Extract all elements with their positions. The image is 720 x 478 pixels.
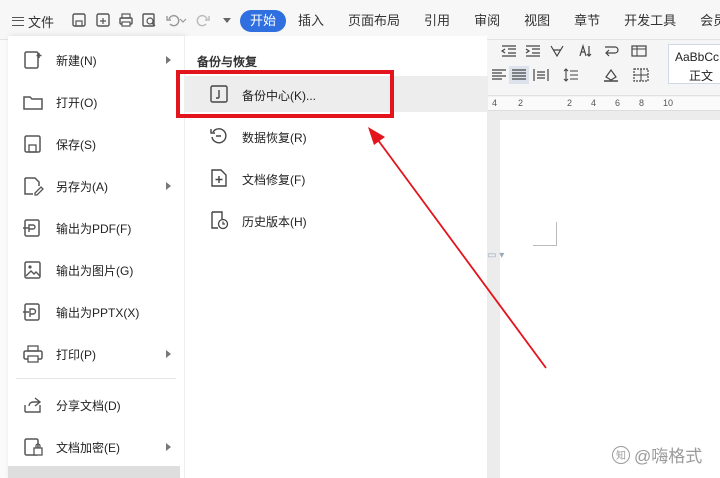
table-tool-icon[interactable] bbox=[631, 44, 647, 58]
menu-separator bbox=[16, 378, 176, 379]
menu-item-save-as[interactable]: 另存为(A) bbox=[8, 168, 184, 204]
pptx-export-icon bbox=[22, 302, 44, 322]
align-left-icon[interactable] bbox=[491, 68, 507, 82]
print-preview-icon[interactable] bbox=[140, 11, 158, 29]
submenu-arrow-icon bbox=[166, 443, 171, 451]
menu-item-label: 分享文档(D) bbox=[56, 398, 121, 413]
menu-item-share[interactable]: 分享文档(D) bbox=[8, 387, 184, 423]
ruler-tick: 2 bbox=[518, 98, 524, 108]
menu-item-save[interactable]: 保存(S) bbox=[8, 126, 184, 162]
save-icon[interactable] bbox=[70, 11, 88, 29]
tab-view[interactable]: 视图 bbox=[512, 10, 562, 32]
style-preview-text: AaBbCcD bbox=[675, 50, 720, 64]
borders-icon[interactable] bbox=[633, 68, 649, 82]
document-page[interactable] bbox=[500, 120, 720, 478]
highlight-box-annotation bbox=[176, 70, 394, 118]
menu-item-label: 输出为PPTX(X) bbox=[56, 305, 140, 320]
submenu-title: 备份与恢复 bbox=[197, 55, 258, 69]
undo-dropdown-icon[interactable] bbox=[178, 11, 188, 29]
submenu-item-doc-repair[interactable]: 文档修复(F) bbox=[185, 160, 488, 196]
file-menu-label: 文件 bbox=[28, 14, 55, 30]
tab-insert[interactable]: 插入 bbox=[286, 10, 336, 32]
history-version-icon bbox=[209, 210, 229, 230]
menu-item-encrypt[interactable]: 文档加密(E) bbox=[8, 429, 184, 465]
tab-page-layout[interactable]: 页面布局 bbox=[336, 10, 412, 32]
window-left-edge bbox=[0, 40, 8, 478]
line-break-icon[interactable] bbox=[603, 44, 619, 58]
pdf-icon bbox=[22, 218, 44, 238]
submenu-arrow-icon bbox=[166, 350, 171, 358]
watermark-logo-icon: 知 bbox=[612, 445, 630, 464]
horizontal-ruler: 4 2 2 4 6 8 10 bbox=[487, 97, 720, 111]
save-icon bbox=[22, 134, 44, 154]
submenu-item-label: 数据恢复(R) bbox=[242, 131, 307, 145]
folder-icon bbox=[22, 92, 44, 112]
ruler-tick: 8 bbox=[639, 98, 645, 108]
doc-repair-icon bbox=[209, 168, 229, 188]
print-icon[interactable] bbox=[117, 11, 135, 29]
menu-item-export-pdf[interactable]: 输出为PDF(F) bbox=[8, 210, 184, 246]
encrypt-icon bbox=[22, 437, 44, 457]
top-menu-bar: 文件 开始 插入 页面布局 引用 审阅 视图 章节 开发工具 会员专享 bbox=[0, 0, 720, 40]
submenu-item-label: 历史版本(H) bbox=[242, 215, 307, 229]
file-menu-button[interactable]: 文件 bbox=[8, 10, 58, 32]
ruler-tick: 4 bbox=[492, 98, 498, 108]
style-normal-preset[interactable]: AaBbCcD 正文 bbox=[668, 44, 720, 84]
menu-item-label: 打印(P) bbox=[56, 347, 96, 362]
margin-corner-mark bbox=[533, 222, 557, 246]
tab-start[interactable]: 开始 bbox=[240, 10, 287, 32]
menu-item-export-pptx[interactable]: 输出为PPTX(X) bbox=[8, 294, 184, 330]
submenu-arrow-icon bbox=[166, 182, 171, 190]
menu-item-open[interactable]: 打开(O) bbox=[8, 84, 184, 120]
submenu-item-data-recovery[interactable]: 数据恢复(R) bbox=[185, 118, 488, 154]
ruler-tick: 4 bbox=[591, 98, 597, 108]
tab-member[interactable]: 会员专享 bbox=[688, 10, 720, 32]
sort-icon[interactable] bbox=[577, 43, 593, 58]
menu-item-label: 另存为(A) bbox=[56, 179, 108, 194]
line-spacing-icon[interactable] bbox=[563, 68, 579, 82]
menu-item-label: 输出为图片(G) bbox=[56, 263, 134, 278]
menu-item-label: 保存(S) bbox=[56, 137, 96, 152]
tab-developer[interactable]: 开发工具 bbox=[612, 10, 688, 32]
redo-icon[interactable] bbox=[194, 11, 212, 29]
increase-indent-icon[interactable] bbox=[525, 44, 541, 58]
menu-item-label: 文档加密(E) bbox=[56, 440, 120, 455]
menu-item-label: 新建(N) bbox=[56, 53, 97, 68]
tab-review[interactable]: 审阅 bbox=[462, 10, 512, 32]
shading-icon[interactable] bbox=[603, 68, 619, 82]
submenu-item-label: 文档修复(F) bbox=[242, 173, 306, 187]
save-as-icon bbox=[22, 176, 44, 196]
decrease-indent-icon[interactable] bbox=[500, 44, 517, 58]
menu-item-label: 打开(O) bbox=[56, 95, 98, 110]
data-recovery-icon bbox=[209, 126, 229, 146]
menu-item-backup-recovery-selected[interactable] bbox=[8, 466, 180, 478]
style-name: 正文 bbox=[689, 69, 714, 83]
menu-item-export-image[interactable]: 输出为图片(G) bbox=[8, 252, 184, 288]
ribbon-tabs: 开始 插入 页面布局 引用 审阅 视图 章节 开发工具 会员专享 bbox=[240, 10, 720, 32]
ruler-tick: 2 bbox=[567, 98, 573, 108]
distributed-align-icon[interactable] bbox=[533, 68, 549, 82]
printer-icon bbox=[22, 344, 44, 364]
justify-icon[interactable] bbox=[509, 66, 529, 84]
paste-options-icon[interactable]: ▭ ▾ bbox=[487, 250, 504, 261]
watermark: 知 @嗨格式 bbox=[612, 442, 702, 467]
tab-sections[interactable]: 章节 bbox=[562, 10, 612, 32]
submenu-item-history-version[interactable]: 历史版本(H) bbox=[185, 202, 488, 238]
customize-toolbar-icon[interactable] bbox=[218, 11, 236, 29]
menu-item-new[interactable]: 新建(N) bbox=[8, 42, 184, 78]
ruler-tick: 10 bbox=[663, 98, 674, 108]
new-doc-icon bbox=[22, 50, 44, 70]
ruler-tick: 6 bbox=[615, 98, 621, 108]
export-icon[interactable] bbox=[94, 11, 112, 29]
menu-item-print[interactable]: 打印(P) bbox=[8, 336, 184, 372]
text-direction-icon[interactable] bbox=[549, 44, 565, 58]
file-menu-panel: 新建(N) 打开(O) 保存(S) 另存为(A) 输出为PDF(F) 输出为图片… bbox=[8, 36, 184, 478]
submenu-arrow-icon bbox=[166, 56, 171, 64]
image-export-icon bbox=[22, 260, 44, 280]
menu-item-label: 输出为PDF(F) bbox=[56, 221, 132, 236]
watermark-text: @嗨格式 bbox=[634, 447, 703, 466]
hamburger-icon bbox=[12, 16, 24, 26]
tab-references[interactable]: 引用 bbox=[412, 10, 462, 32]
share-icon bbox=[22, 395, 44, 415]
